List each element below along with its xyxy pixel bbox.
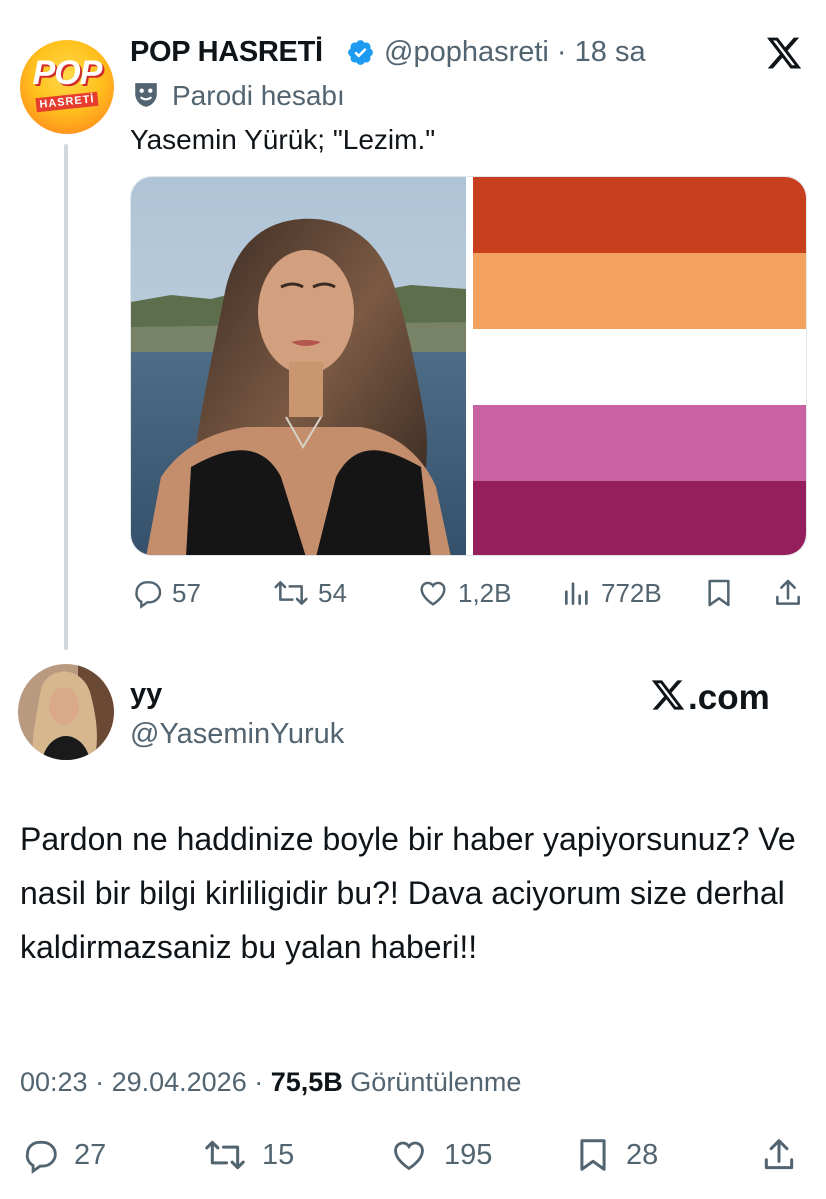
retweet-button[interactable]: 54 [272, 577, 347, 609]
parody-account-label: Parodi hesabı [172, 80, 345, 111]
x-com-brand-logo: .com [651, 678, 770, 717]
yy-avatar[interactable] [18, 664, 114, 760]
thread-line [64, 144, 68, 650]
retweet-icon [205, 1140, 245, 1170]
tweet-meta: 00:23 · 29.04.2026 · 75,5B Görüntülenme [20, 1062, 521, 1102]
share-icon [776, 579, 800, 605]
bookmark-icon [580, 1139, 606, 1171]
verified-badge-icon [348, 40, 373, 65]
share-button[interactable] [772, 577, 804, 609]
author-name[interactable]: POP HASRETİ [130, 32, 323, 72]
avatar-logo-text: POP [32, 54, 103, 92]
share-icon [764, 1139, 794, 1170]
separator-dot: · [246, 1067, 271, 1097]
retweet-count: 54 [318, 578, 347, 608]
avatar-logo-subtext: HASRETİ [35, 91, 99, 113]
like-icon [420, 581, 446, 606]
retweet-button[interactable]: 15 [202, 1136, 294, 1174]
pop-hasreti-avatar[interactable]: POP HASRETİ [20, 40, 114, 134]
x-logo-icon[interactable] [764, 34, 804, 72]
reply-button[interactable]: 27 [22, 1136, 106, 1174]
x-com-text: .com [688, 678, 770, 717]
share-button[interactable] [760, 1136, 798, 1174]
separator-dot: · [548, 36, 575, 68]
reply-count: 27 [74, 1139, 107, 1171]
views-label: Görüntülenme [350, 1067, 522, 1097]
media-divider [466, 177, 473, 555]
views-icon [565, 582, 588, 605]
reply-icon [25, 1140, 57, 1174]
view-count: 772B [601, 578, 662, 608]
reply-button[interactable]: 57 [132, 577, 201, 609]
tweet-media[interactable] [130, 176, 807, 556]
lesbian-pride-flag[interactable] [473, 177, 806, 555]
views-count: 75,5B [270, 1067, 343, 1097]
reply-icon [135, 581, 162, 609]
author-handle: @pophasreti [384, 36, 549, 68]
retweet-count: 15 [262, 1139, 295, 1171]
portrait-photo[interactable] [131, 177, 466, 556]
retweet-icon [274, 581, 308, 605]
flag-stripe [473, 253, 806, 329]
tweet-time[interactable]: 00:23 [20, 1067, 88, 1097]
flag-stripe [473, 405, 806, 481]
reply-count: 57 [172, 578, 201, 608]
flag-stripe [473, 481, 806, 555]
bookmark-button[interactable]: 28 [574, 1136, 658, 1174]
quoted-tweet-text: Pardon ne haddinize boyle bir haber yapi… [20, 821, 796, 965]
separator-dot: · [87, 1067, 112, 1097]
flag-stripe [473, 177, 806, 253]
like-icon [394, 1141, 424, 1171]
bookmark-button[interactable] [703, 577, 735, 609]
like-button[interactable]: 1,2B [416, 577, 512, 609]
time-ago: 18 sa [574, 36, 646, 68]
quoted-author-handle[interactable]: @YaseminYuruk [130, 714, 344, 754]
like-count: 1,2B [458, 578, 512, 608]
tweet-text: Yasemin Yürük; "Lezim." [130, 124, 436, 155]
like-button[interactable]: 195 [388, 1136, 492, 1174]
tweet-date[interactable]: 29.04.2026 [112, 1067, 247, 1097]
like-count: 195 [444, 1139, 493, 1171]
flag-stripe [473, 329, 806, 405]
quoted-author-name[interactable]: yy [130, 676, 162, 712]
bookmark-count: 28 [626, 1139, 659, 1171]
views-button[interactable]: 772B [561, 577, 662, 609]
parody-mask-icon [135, 83, 157, 107]
bookmark-icon [708, 579, 730, 607]
author-handle-and-time[interactable]: @pophasreti · 18 sa [384, 32, 646, 72]
